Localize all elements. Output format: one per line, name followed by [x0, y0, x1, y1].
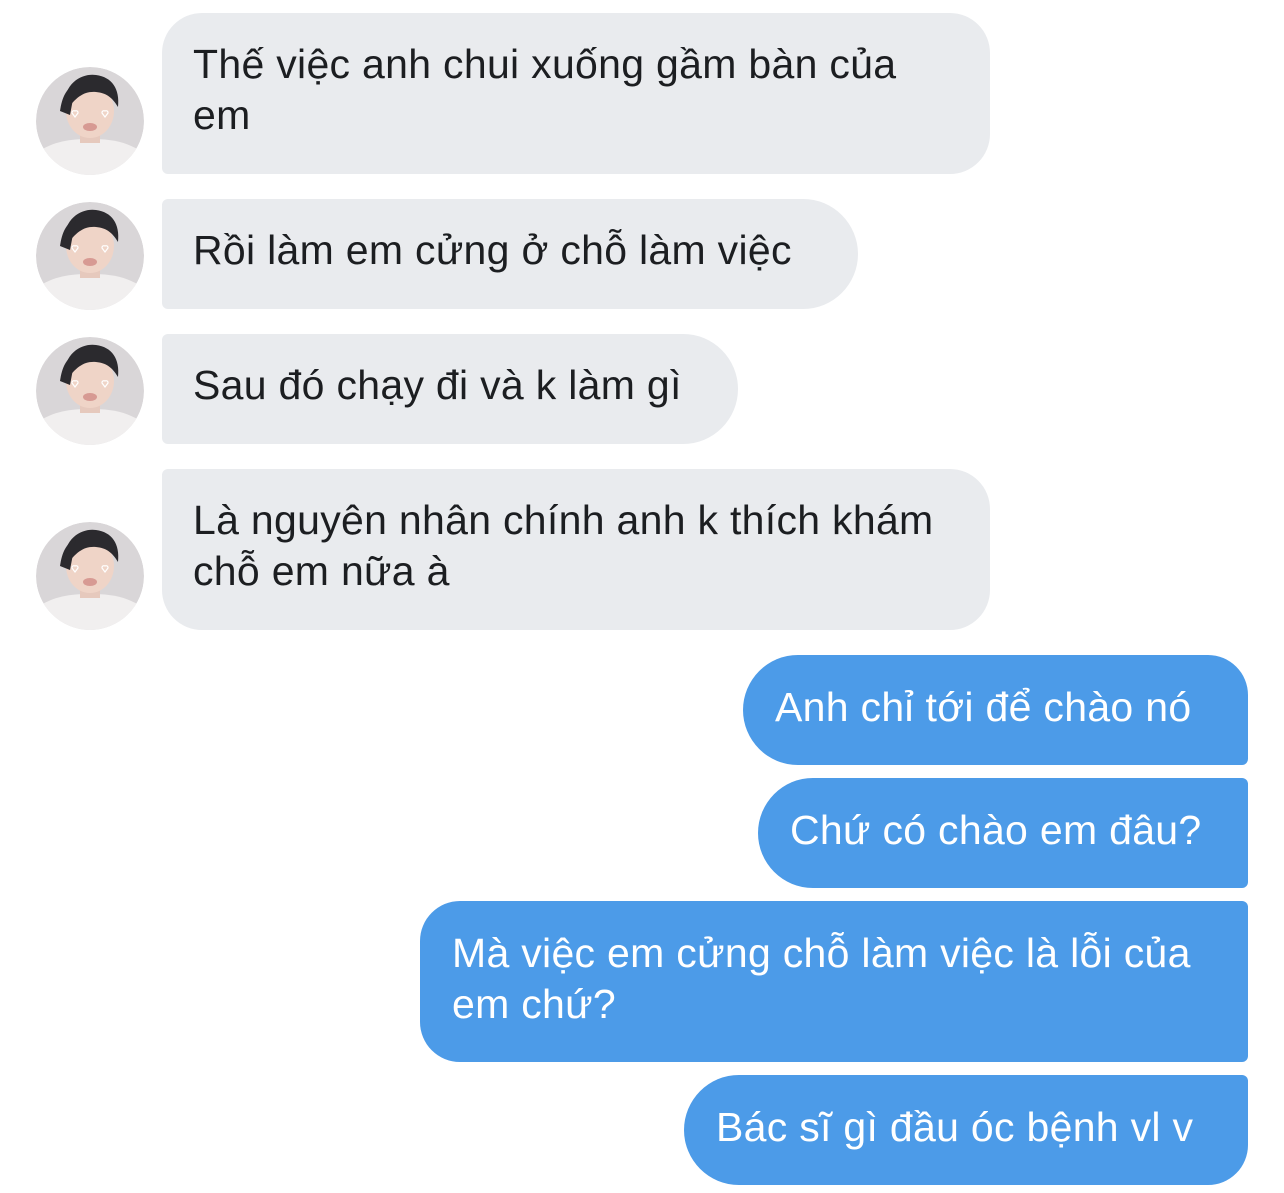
message-text: Anh chỉ tới để chào nó [775, 684, 1192, 730]
contact-avatar[interactable] [36, 522, 144, 630]
avatar-image-icon [36, 522, 144, 630]
outgoing-message-bubble[interactable]: Mà việc em cửng chỗ làm việc là lỗi của … [420, 901, 1248, 1062]
message-text: Rồi làm em cửng ở chỗ làm việc [193, 227, 792, 273]
message-text: Là nguyên nhân chính anh k thích khám ch… [193, 497, 934, 594]
outgoing-message-bubble[interactable]: Chứ có chào em đâu? [758, 778, 1248, 888]
incoming-message-bubble[interactable]: Là nguyên nhân chính anh k thích khám ch… [162, 469, 990, 630]
incoming-message-bubble[interactable]: Rồi làm em cửng ở chỗ làm việc [162, 199, 858, 309]
message-thread: Thế việc anh chui xuống gầm bàn của em R… [0, 0, 1284, 1193]
avatar-image-icon [36, 202, 144, 310]
incoming-message-bubble[interactable]: Sau đó chạy đi và k làm gì [162, 334, 738, 444]
avatar-image-icon [36, 337, 144, 445]
outgoing-message-bubble[interactable]: Bác sĩ gì đầu óc bệnh vl v [684, 1075, 1248, 1185]
contact-avatar[interactable] [36, 337, 144, 445]
avatar-image-icon [36, 67, 144, 175]
message-text: Bác sĩ gì đầu óc bệnh vl v [716, 1104, 1194, 1150]
message-text: Mà việc em cửng chỗ làm việc là lỗi của … [452, 930, 1191, 1027]
incoming-message-bubble[interactable]: Thế việc anh chui xuống gầm bàn của em [162, 13, 990, 174]
outgoing-message-bubble[interactable]: Anh chỉ tới để chào nó [743, 655, 1248, 765]
message-text: Thế việc anh chui xuống gầm bàn của em [193, 41, 897, 138]
contact-avatar[interactable] [36, 202, 144, 310]
message-text: Sau đó chạy đi và k làm gì [193, 362, 682, 408]
message-text: Chứ có chào em đâu? [790, 807, 1202, 853]
contact-avatar[interactable] [36, 67, 144, 175]
